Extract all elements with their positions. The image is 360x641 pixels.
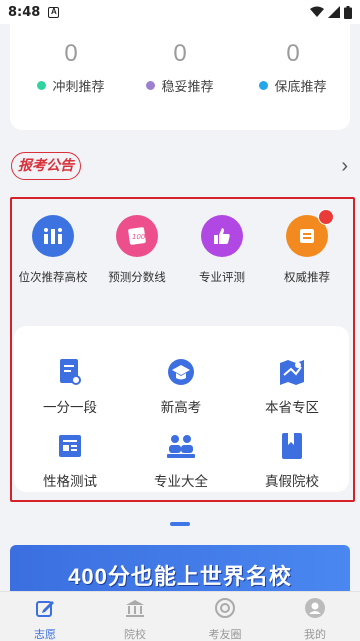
tab-label: 院校 (124, 629, 146, 641)
hot-badge-icon (318, 209, 334, 225)
user-icon (305, 598, 325, 618)
grid-item-major-catalog[interactable]: 专业大全 (131, 430, 231, 490)
status-bar: 8:48 A (0, 0, 360, 24)
tool-major-review[interactable]: 专业评测 (182, 215, 262, 285)
tool-authority-recommend[interactable]: 权威推荐 (267, 209, 347, 285)
bottom-tab-bar: 志愿 院校 考友圈 我的 (0, 591, 360, 641)
bar-chart-icon (32, 215, 74, 257)
grid-item-real-fake-school[interactable]: 真假院校 (242, 430, 342, 490)
count-value: 0 (286, 40, 300, 67)
chevron-right-icon[interactable]: › (341, 155, 348, 178)
grid-item-personality-test[interactable]: 性格测试 (20, 430, 120, 490)
count-value: 0 (64, 40, 78, 67)
thumbs-up-icon (201, 215, 243, 257)
tab-schools[interactable]: 院校 (90, 592, 180, 641)
signal-icon (328, 6, 340, 18)
notice-row[interactable]: 报考公告 › (0, 148, 360, 182)
tool-label: 预测分数线 (108, 272, 166, 284)
grid-label: 专业大全 (154, 474, 208, 489)
graduation-cap-icon (165, 356, 197, 388)
list-doc-icon (54, 430, 86, 462)
document-search-icon (54, 356, 86, 388)
tab-community[interactable]: 考友圈 (180, 592, 270, 641)
people-group-icon (165, 430, 197, 462)
tool-rank-recommend[interactable]: 位次推荐高校 (13, 215, 93, 285)
grid-label: 一分一段 (43, 400, 97, 415)
battery-icon (344, 5, 352, 19)
score-card-icon: 100 (116, 215, 158, 257)
map-pin-icon (276, 356, 308, 388)
grid-label: 本省专区 (265, 400, 319, 415)
grid-label: 真假院校 (265, 474, 319, 489)
status-icons (310, 5, 352, 19)
tool-label: 专业评测 (199, 272, 245, 284)
grid-label: 新高考 (160, 400, 202, 415)
stable-dot-icon (146, 81, 156, 90)
tab-label: 考友圈 (208, 629, 242, 641)
tool-grid-card: 一分一段 新高考 本省专区 性格测试 专业大全 真假院校 (14, 326, 349, 492)
count-label: 稳妥推荐 (161, 79, 214, 94)
grid-label: 性格测试 (43, 474, 97, 489)
count-label: 保底推荐 (274, 79, 327, 94)
tab-profile[interactable]: 我的 (270, 592, 360, 641)
count-safe[interactable]: 0 保底推荐 (238, 40, 348, 95)
banner-text: 400分也能上世界名校 (68, 564, 292, 589)
rush-dot-icon (37, 81, 47, 90)
notification-icon: A (48, 6, 60, 18)
tool-label: 权威推荐 (284, 272, 330, 284)
edit-icon (36, 601, 54, 617)
count-stable[interactable]: 0 稳妥推荐 (125, 40, 235, 95)
target-icon (215, 598, 235, 618)
safe-dot-icon (259, 81, 269, 90)
bookmark-book-icon (276, 430, 308, 462)
tab-label: 我的 (304, 629, 326, 641)
count-label: 冲刺推荐 (52, 79, 105, 94)
pager-indicator (170, 522, 190, 526)
count-value: 0 (173, 40, 187, 67)
tool-label: 位次推荐高校 (18, 272, 88, 284)
tab-label: 志愿 (34, 629, 56, 641)
count-rush[interactable]: 0 冲刺推荐 (16, 40, 126, 95)
grid-item-score-table[interactable]: 一分一段 (20, 356, 120, 416)
wifi-icon (310, 6, 324, 17)
tool-score-predict[interactable]: 100 预测分数线 (97, 215, 177, 285)
school-icon (126, 600, 144, 617)
grid-item-new-exam[interactable]: 新高考 (131, 356, 231, 416)
svg-text:100: 100 (132, 233, 146, 241)
recommend-count-card: 0 冲刺推荐 0 稳妥推荐 0 保底推荐 (10, 18, 350, 130)
tab-volunteer[interactable]: 志愿 (0, 592, 90, 641)
status-time: 8:48 (8, 4, 41, 20)
recommend-card-icon (286, 209, 334, 257)
grid-item-province-zone[interactable]: 本省专区 (242, 356, 342, 416)
notice-badge[interactable]: 报考公告 (11, 152, 81, 180)
